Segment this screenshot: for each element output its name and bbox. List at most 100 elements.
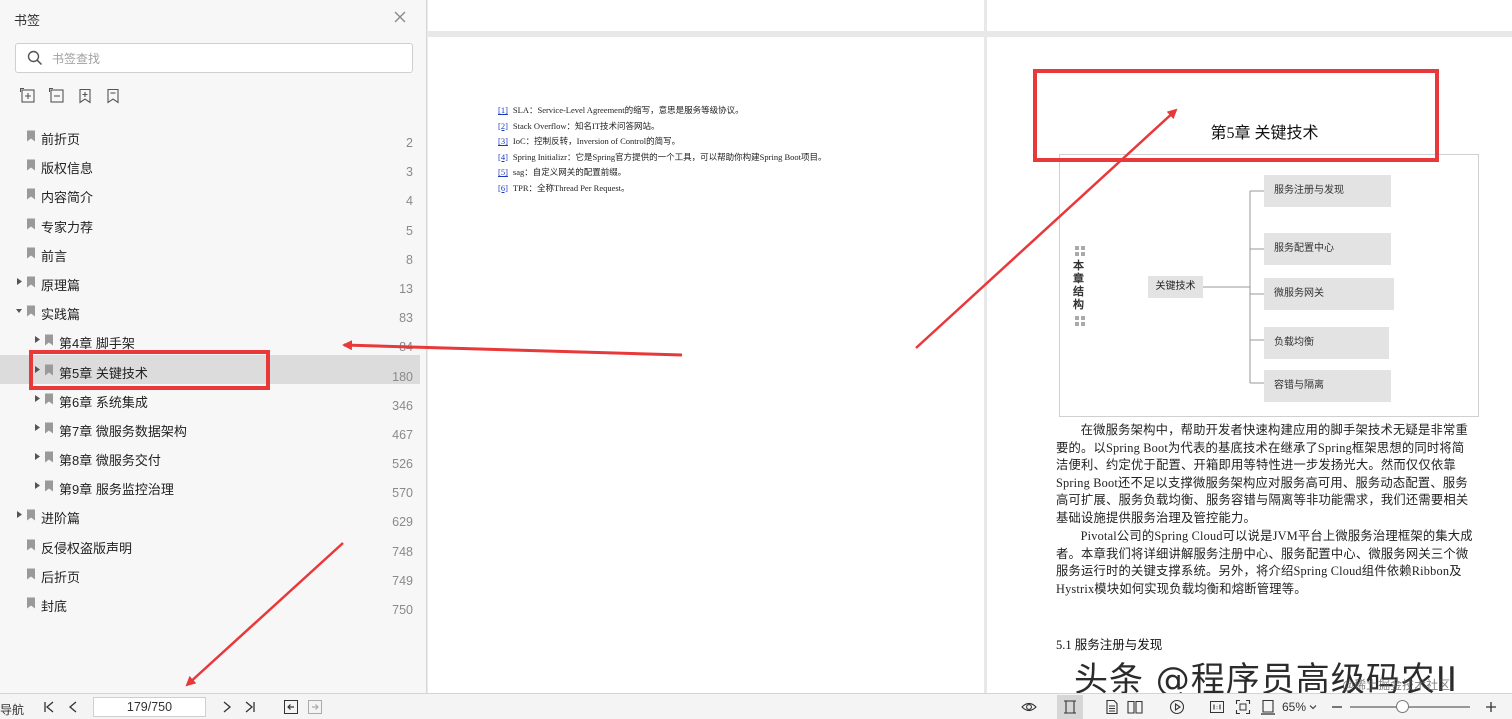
bookmark-page-number: 629 bbox=[392, 515, 413, 530]
bookmark-item[interactable]: 原理篇 13 bbox=[0, 267, 420, 296]
footnote-link[interactable]: [3] bbox=[498, 136, 508, 146]
bookmark-item[interactable]: 内容简介 4 bbox=[0, 179, 420, 208]
previous-page-bottom bbox=[987, 0, 1512, 31]
footnote-link[interactable]: [6] bbox=[498, 183, 508, 193]
diagram-root-node: 关键技术 bbox=[1148, 276, 1203, 298]
zoom-out-icon[interactable] bbox=[1329, 699, 1345, 715]
body-text: 在微服务架构中，帮助开发者快速构建应用的脚手架技术无疑是非常重要的。以Sprin… bbox=[1056, 422, 1476, 599]
bookmark-label: 第6章 系统集成 bbox=[59, 394, 148, 410]
chevron-down-icon[interactable] bbox=[1309, 703, 1317, 711]
chevron-right-icon[interactable] bbox=[15, 510, 23, 519]
bookmark-icon bbox=[45, 364, 53, 375]
bookmark-icon bbox=[27, 159, 35, 171]
bookmark-item[interactable]: 专家力荐 5 bbox=[0, 209, 420, 238]
footnote-text: Spring Initializr：它是Spring官方提供的一个工具，可以帮助… bbox=[512, 151, 827, 162]
bookmark-icon bbox=[27, 539, 35, 551]
document-viewer[interactable]: [1] SLA：Service-Level Agreement的缩写，意思是服务等… bbox=[428, 0, 1512, 700]
bookmark-item[interactable]: 反侵权盗版声明 748 bbox=[0, 530, 420, 559]
bookmark-item[interactable]: 实践篇 83 bbox=[0, 296, 420, 325]
bookmark-label: 反侵权盗版声明 bbox=[41, 540, 133, 556]
zoom-slider-handle[interactable] bbox=[1395, 700, 1409, 713]
add-bookmark-icon[interactable] bbox=[77, 88, 93, 104]
bookmark-search[interactable] bbox=[15, 43, 413, 73]
bookmark-page-number: 526 bbox=[392, 457, 413, 472]
page-number-input[interactable] bbox=[93, 697, 206, 717]
bookmark-subitem[interactable]: 第8章 微服务交付 526 bbox=[0, 442, 420, 471]
bookmark-page-number: 8 bbox=[406, 252, 413, 267]
bookmark-page-number: 84 bbox=[399, 340, 413, 355]
zoom-slider[interactable] bbox=[1350, 706, 1470, 708]
footnote-link[interactable]: [1] bbox=[498, 105, 508, 115]
last-page-icon[interactable] bbox=[242, 699, 258, 715]
next-page-icon[interactable] bbox=[219, 699, 235, 715]
bookmark-page-number: 4 bbox=[406, 194, 413, 209]
bookmark-label: 进阶篇 bbox=[41, 511, 81, 527]
bookmark-icon bbox=[45, 422, 53, 434]
footnote: [4] Spring Initializr：它是Spring官方提供的一个工具，可… bbox=[498, 151, 826, 163]
footnote: [3] IoC：控制反转，Inversion of Control的简写。 bbox=[498, 135, 680, 147]
bookmark-subitem[interactable]: 第9章 服务监控治理 570 bbox=[0, 471, 420, 500]
paragraph: Pivotal公司的Spring Cloud可以说是JVM平台上微服务治理框架的… bbox=[1056, 529, 1473, 596]
single-page-button[interactable] bbox=[1057, 695, 1083, 719]
chevron-right-icon[interactable] bbox=[33, 335, 41, 344]
footnote-text: IoC：控制反转，Inversion of Control的简写。 bbox=[512, 136, 681, 146]
play-icon[interactable] bbox=[1169, 699, 1185, 715]
footnote: [5] sag：自定义网关的配置前缀。 bbox=[498, 166, 626, 178]
prev-page-icon[interactable] bbox=[65, 699, 81, 715]
back-icon[interactable] bbox=[283, 699, 299, 715]
diagram-leaf-node: 服务注册与发现 bbox=[1264, 175, 1391, 207]
chevron-right-icon[interactable] bbox=[33, 423, 41, 432]
first-page-icon[interactable] bbox=[41, 699, 57, 715]
bookmark-subitem[interactable]: 第7章 微服务数据架构 467 bbox=[0, 413, 420, 442]
bookmark-page-number: 180 bbox=[392, 369, 413, 384]
footnote: [6] TPR：全称Thread Per Request。 bbox=[498, 182, 630, 194]
search-icon bbox=[27, 50, 43, 66]
eye-icon[interactable] bbox=[1021, 699, 1037, 715]
chevron-right-icon[interactable] bbox=[15, 277, 23, 286]
footnote: [2] Stack Overflow：知名IT技术问答网站。 bbox=[498, 120, 660, 132]
collapse-all-icon[interactable] bbox=[49, 88, 65, 104]
bookmark-subitem[interactable]: 第4章 脚手架 84 bbox=[0, 325, 420, 354]
close-icon[interactable] bbox=[392, 9, 408, 25]
bookmark-icon bbox=[27, 597, 35, 609]
bookmark-icon bbox=[27, 276, 35, 288]
bookmark-page-number: 749 bbox=[392, 573, 413, 588]
expand-all-icon[interactable] bbox=[20, 88, 36, 104]
footnote-link[interactable]: [5] bbox=[498, 167, 508, 177]
search-input[interactable] bbox=[52, 49, 392, 68]
right-page: 第5章 关键技术 本章结构 关键技术 服务注册与发现 服务配置中心 微服务网关 … bbox=[987, 37, 1512, 693]
navigation-label[interactable]: 导航 bbox=[0, 701, 24, 718]
chevron-right-icon[interactable] bbox=[33, 394, 41, 403]
bookmark-panel: 书签 前折页2版权信息3内容简介4专家力荐5前言8原理篇13实践篇83第4章 脚… bbox=[0, 0, 427, 693]
zoom-level[interactable]: 65% bbox=[1282, 700, 1306, 714]
bookmark-item[interactable]: 封底 750 bbox=[0, 588, 420, 617]
bookmark-page-number: 83 bbox=[399, 311, 413, 326]
bookmark-item[interactable]: 进阶篇 629 bbox=[0, 500, 420, 529]
footnote-link[interactable]: [2] bbox=[498, 121, 508, 131]
bookmark-icon bbox=[27, 305, 35, 317]
chevron-right-icon[interactable] bbox=[33, 452, 41, 461]
bookmark-label: 内容简介 bbox=[41, 190, 94, 206]
bookmark-item[interactable]: 后折页 749 bbox=[0, 559, 420, 588]
bookmark-subitem[interactable]: 第6章 系统集成 346 bbox=[0, 384, 420, 413]
forward-icon[interactable] bbox=[307, 699, 323, 715]
zoom-in-icon[interactable] bbox=[1483, 699, 1499, 715]
chevron-right-icon[interactable] bbox=[33, 365, 41, 374]
bookmark-subitem[interactable]: 第5章 关键技术 180 bbox=[0, 354, 420, 384]
chevron-down-icon[interactable] bbox=[15, 306, 23, 315]
continuous-icon[interactable] bbox=[1104, 699, 1120, 715]
bookmark-label: 前言 bbox=[41, 248, 68, 264]
fit-width-icon[interactable] bbox=[1260, 699, 1276, 715]
bookmark-item[interactable]: 前折页 2 bbox=[0, 121, 420, 150]
bookmark-item[interactable]: 版权信息 3 bbox=[0, 150, 420, 179]
bookmark-icon[interactable] bbox=[105, 88, 121, 104]
bookmark-icon bbox=[27, 130, 35, 142]
diagram-leaf-node: 微服务网关 bbox=[1264, 278, 1394, 310]
actual-size-icon[interactable] bbox=[1209, 699, 1225, 715]
fit-page-icon[interactable] bbox=[1235, 699, 1251, 715]
two-page-icon[interactable] bbox=[1127, 699, 1143, 715]
bookmark-item[interactable]: 前言 8 bbox=[0, 238, 420, 267]
chevron-right-icon[interactable] bbox=[33, 481, 41, 490]
diagram-leaf-node: 负载均衡 bbox=[1264, 327, 1389, 359]
footnote-link[interactable]: [4] bbox=[498, 152, 508, 162]
